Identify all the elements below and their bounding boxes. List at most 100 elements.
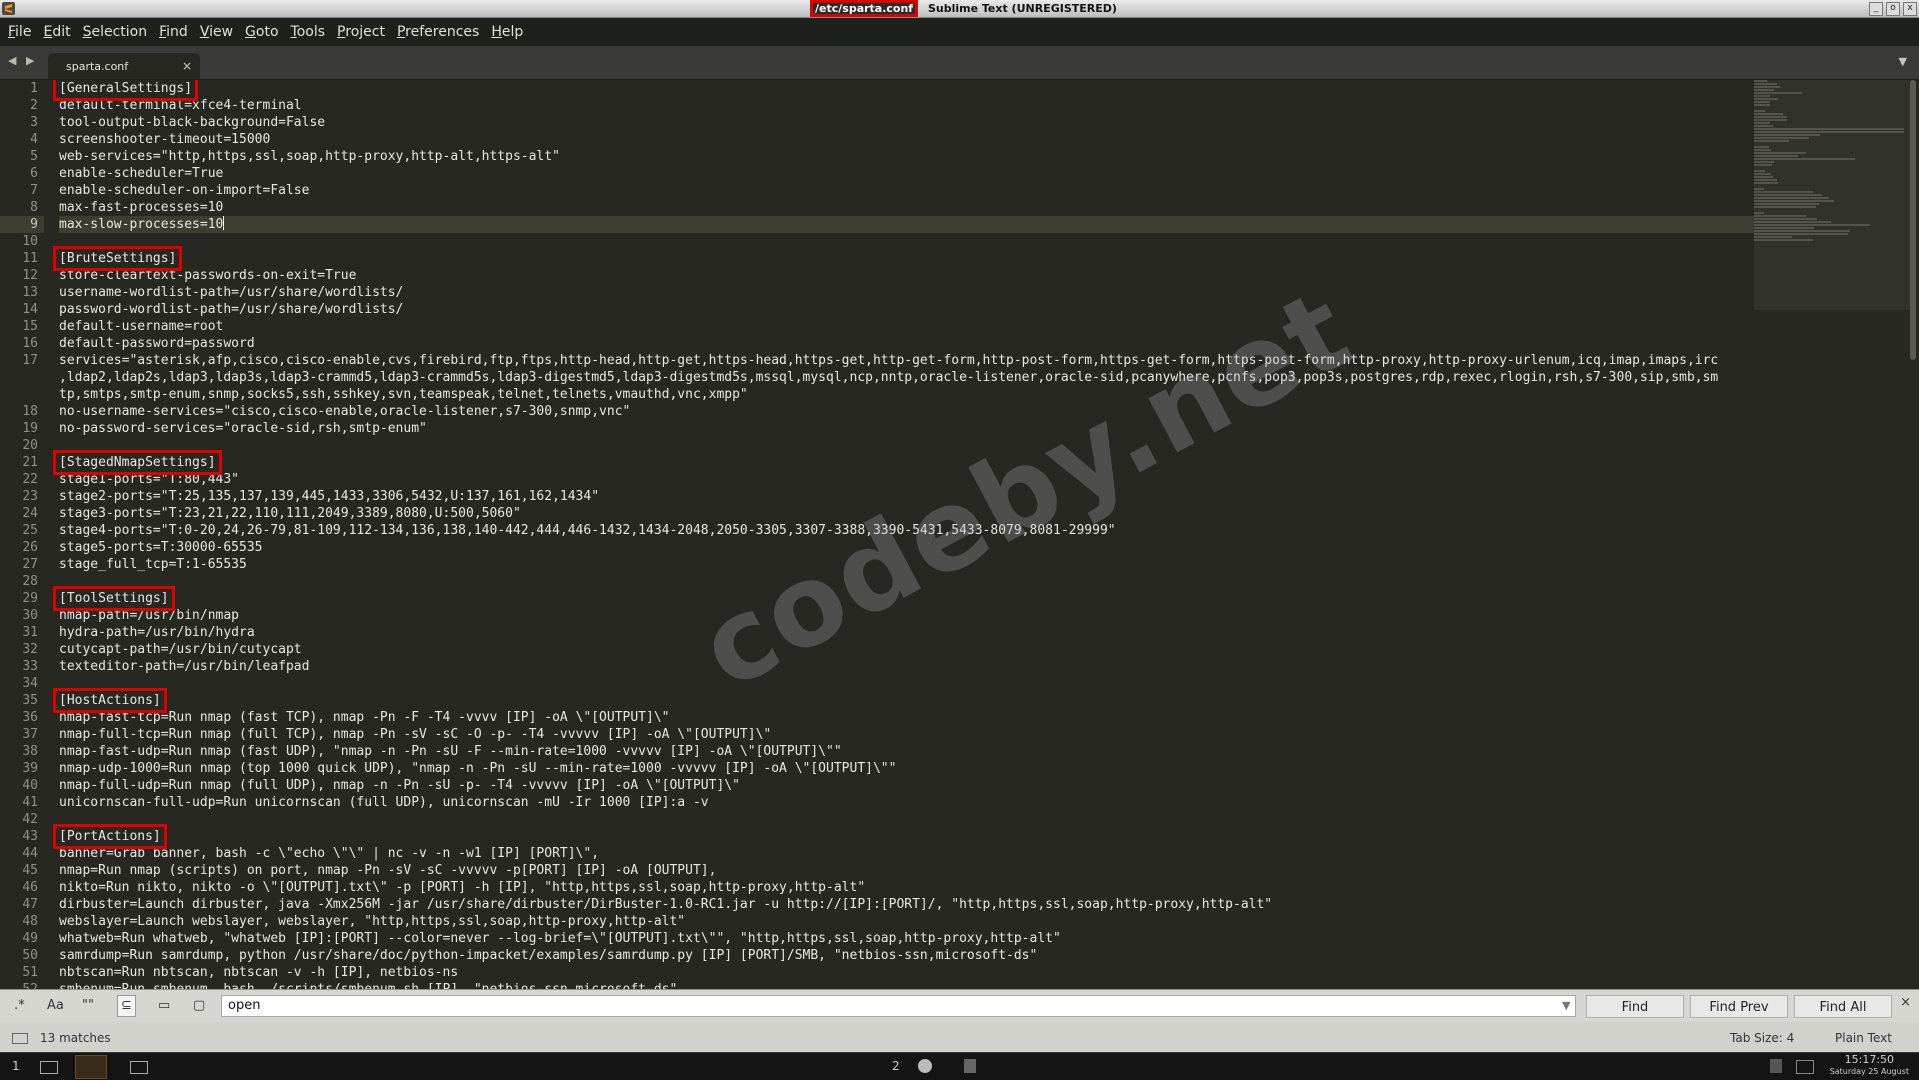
code-line[interactable]: max-fast-processes=10 (59, 199, 1759, 216)
code-line[interactable]: nmap-path=/usr/bin/nmap (59, 607, 1759, 624)
find-input[interactable]: open (221, 995, 1576, 1017)
find-all-button[interactable]: Find All (1794, 995, 1892, 1018)
wrap-toggle[interactable]: ⊆ (117, 995, 136, 1017)
tab-nav-arrows-icon[interactable]: ◀ ▶ (8, 54, 37, 67)
code-line[interactable]: stage_full_tcp=T:1-65535 (59, 556, 1759, 573)
panel-toggle-icon[interactable] (12, 1033, 28, 1044)
sublime-taskbar-button[interactable] (75, 1055, 107, 1079)
code-line[interactable]: no-username-services="cisco,cisco-enable… (59, 403, 1759, 420)
tab-close-icon[interactable]: × (182, 59, 192, 73)
tab-overflow-icon[interactable]: ▼ (1899, 55, 1907, 68)
highlight-matches-toggle[interactable]: ▢ (193, 998, 205, 1013)
terminal-launcher-icon[interactable] (40, 1061, 58, 1074)
code-line[interactable]: default-terminal=xfce4-terminal (59, 97, 1759, 114)
menu-goto[interactable]: Goto (245, 24, 278, 40)
code-line[interactable]: nbtscan=Run nbtscan, nbtscan -v -h [IP],… (59, 964, 1759, 981)
regex-toggle[interactable]: .* (14, 998, 25, 1013)
code-line[interactable]: nikto=Run nikto, nikto -o \"[OUTPUT].txt… (59, 879, 1759, 896)
terminal-window-icon[interactable] (130, 1061, 148, 1074)
syntax-selector[interactable]: Plain Text (1835, 1031, 1892, 1045)
case-sensitive-toggle[interactable]: Aa (47, 998, 64, 1013)
code-line[interactable]: default-username=root (59, 318, 1759, 335)
menu-selection[interactable]: Selection (83, 24, 148, 40)
code-line[interactable] (59, 573, 1759, 590)
minimap[interactable] (1754, 80, 1910, 310)
menu-find[interactable]: Find (159, 24, 188, 40)
code-line[interactable]: stage2-ports="T:25,135,137,139,445,1433,… (59, 488, 1759, 505)
code-line[interactable]: texteditor-path=/usr/bin/leafpad (59, 658, 1759, 675)
code-area[interactable]: [GeneralSettings] default-terminal=xfce4-… (52, 80, 1759, 989)
config-section-header[interactable]: [GeneralSettings] (52, 80, 1759, 101)
maximize-button[interactable]: o (1886, 2, 1900, 16)
code-line[interactable] (59, 437, 1759, 454)
code-line[interactable]: unicornscan-full-udp=Run unicornscan (fu… (59, 794, 1759, 811)
code-line[interactable]: cutycapt-path=/usr/bin/cutycapt (59, 641, 1759, 658)
code-line[interactable]: whatweb=Run whatweb, "whatweb [IP]:[PORT… (59, 930, 1759, 947)
menu-edit[interactable]: Edit (43, 24, 70, 40)
vertical-scrollbar[interactable] (1910, 80, 1916, 360)
whole-word-toggle[interactable]: "" (82, 998, 94, 1013)
menu-project[interactable]: Project (337, 24, 385, 40)
code-line[interactable]: enable-scheduler-on-import=False (59, 182, 1759, 199)
config-section-header[interactable]: [BruteSettings] (52, 246, 1759, 271)
code-line[interactable]: max-slow-processes=10 (59, 216, 1754, 233)
code-line[interactable]: no-password-services="oracle-sid,rsh,smt… (59, 420, 1759, 437)
code-line[interactable]: nmap-fast-tcp=Run nmap (fast TCP), nmap … (59, 709, 1759, 726)
close-window-button[interactable]: x (1903, 2, 1917, 16)
config-section-header[interactable]: [PortActions] (53, 824, 1759, 849)
find-close-icon[interactable]: × (1900, 995, 1911, 1010)
code-line[interactable]: hydra-path=/usr/bin/hydra (59, 624, 1759, 641)
code-line[interactable]: webslayer=Launch webslayer, webslayer, "… (59, 913, 1759, 930)
menu-help[interactable]: Help (491, 24, 523, 40)
display-tray-icon[interactable] (1796, 1060, 1814, 1074)
code-line[interactable]: password-wordlist-path=/usr/share/wordli… (59, 301, 1759, 318)
app-tray-icon[interactable] (918, 1059, 932, 1073)
code-line[interactable]: tp,smtps,smtp-enum,snmp,socks5,ssh,sshke… (59, 386, 1759, 403)
menu-view[interactable]: View (200, 24, 233, 40)
in-selection-toggle[interactable]: ▭ (158, 998, 170, 1013)
code-line[interactable]: store-cleartext-passwords-on-exit=True (59, 267, 1759, 284)
editor[interactable]: 1 2 3 4 5 6 7 8 9 10 11 12 13 14 15 16 17 18 19 20 21 22 23 24 2… (0, 80, 1919, 989)
find-history-dropdown-icon[interactable]: ▼ (1562, 999, 1570, 1012)
code-line[interactable] (59, 233, 1759, 250)
code-line[interactable]: tool-output-black-background=False (59, 114, 1759, 131)
workspace-1[interactable]: 1 (12, 1059, 20, 1073)
code-line[interactable]: smbenum=Run smbenum, bash ./scripts/smbe… (59, 981, 1759, 989)
tab-size-selector[interactable]: Tab Size: 4 (1730, 1031, 1794, 1045)
code-line[interactable]: nmap-fast-udp=Run nmap (fast UDP), "nmap… (59, 743, 1759, 760)
code-line[interactable]: services="asterisk,afp,cisco,cisco-enabl… (59, 352, 1759, 369)
network-tray-icon[interactable] (1770, 1059, 1782, 1073)
find-button[interactable]: Find (1586, 995, 1684, 1018)
tab-sparta-conf[interactable]: sparta.conf × (48, 53, 200, 79)
code-line[interactable]: stage1-ports="T:80,443" (59, 471, 1759, 488)
find-prev-button[interactable]: Find Prev (1690, 995, 1788, 1018)
code-line[interactable]: username-wordlist-path=/usr/share/wordli… (59, 284, 1759, 301)
clock[interactable]: 15:17:50 Saturday 25 August (1830, 1054, 1909, 1078)
menu-preferences[interactable]: Preferences (397, 24, 479, 40)
code-line[interactable]: enable-scheduler=True (59, 165, 1759, 182)
config-section-header[interactable]: [ToolSettings] (53, 586, 1759, 611)
code-line[interactable]: nmap-udp-1000=Run nmap (top 1000 quick U… (59, 760, 1759, 777)
code-line[interactable]: web-services="http,https,ssl,soap,http-p… (59, 148, 1759, 165)
code-line[interactable] (59, 811, 1759, 828)
code-line[interactable]: banner=Grab banner, bash -c \"echo \"\" … (59, 845, 1759, 862)
minimize-button[interactable]: _ (1869, 2, 1883, 16)
device-tray-icon[interactable] (964, 1059, 976, 1073)
code-line[interactable]: default-password=password (59, 335, 1759, 352)
config-section-header[interactable]: [HostActions] (53, 688, 1759, 713)
code-line[interactable]: stage4-ports="T:0-20,24,26-79,81-109,112… (59, 522, 1759, 539)
code-line[interactable] (59, 675, 1759, 692)
code-line[interactable]: screenshooter-timeout=15000 (59, 131, 1759, 148)
menu-file[interactable]: File (8, 24, 31, 40)
code-line[interactable]: stage3-ports="T:23,21,22,110,111,2049,33… (59, 505, 1759, 522)
code-line[interactable]: nmap-full-tcp=Run nmap (full TCP), nmap … (59, 726, 1759, 743)
config-section-header[interactable]: [StagedNmapSettings] (53, 450, 1759, 475)
code-line[interactable]: ,ldap2,ldap2s,ldap3,ldap3s,ldap3-crammd5… (59, 369, 1759, 386)
menu-tools[interactable]: Tools (291, 24, 326, 40)
code-line[interactable]: dirbuster=Launch dirbuster, java -Xmx256… (59, 896, 1759, 913)
code-line[interactable]: samrdump=Run samrdump, python /usr/share… (59, 947, 1759, 964)
code-line[interactable]: nmap-full-udp=Run nmap (full UDP), nmap … (59, 777, 1759, 794)
workspace-2[interactable]: 2 (892, 1059, 900, 1073)
code-line[interactable]: nmap=Run nmap (scripts) on port, nmap -P… (59, 862, 1759, 879)
code-line[interactable]: stage5-ports=T:30000-65535 (59, 539, 1759, 556)
